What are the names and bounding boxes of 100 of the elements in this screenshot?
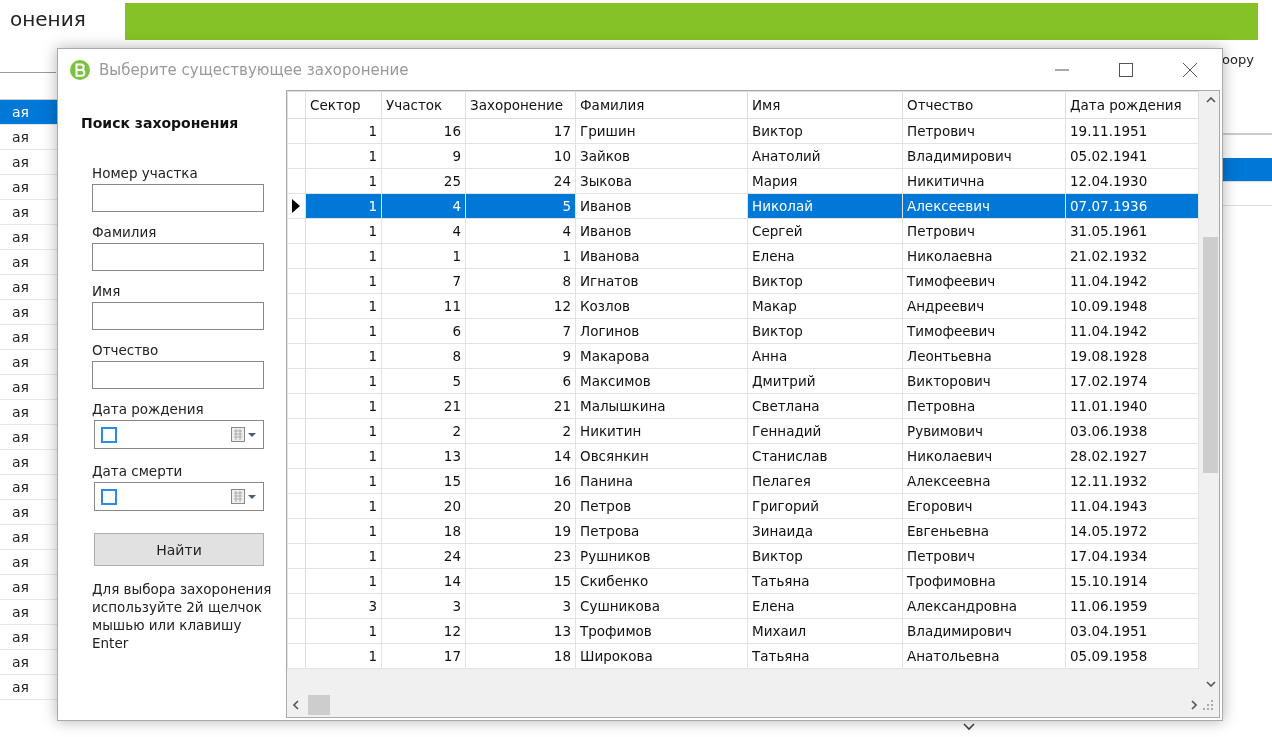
table-cell[interactable]: 1 <box>305 568 382 594</box>
table-cell[interactable]: 3 <box>381 593 466 619</box>
table-cell[interactable]: Иванов <box>575 193 748 219</box>
table-cell[interactable]: Петровна <box>902 393 1066 419</box>
table-cell[interactable]: 1 <box>305 368 382 394</box>
table-cell[interactable]: 1 <box>305 318 382 344</box>
table-cell[interactable]: Алексеевич <box>902 193 1066 219</box>
table-cell[interactable]: 11.06.1959 <box>1065 593 1199 619</box>
table-cell[interactable]: Николаевич <box>902 443 1066 469</box>
table-cell[interactable]: 1 <box>465 243 576 269</box>
table-cell[interactable]: 17.02.1974 <box>1065 368 1199 394</box>
column-header[interactable]: Дата рождения <box>1065 91 1199 119</box>
table-cell[interactable]: 17 <box>381 643 466 669</box>
chevron-down-icon[interactable] <box>963 723 975 731</box>
table-cell[interactable]: 1 <box>305 443 382 469</box>
table-cell[interactable]: 3 <box>465 593 576 619</box>
table-cell[interactable]: 1 <box>305 543 382 569</box>
table-cell[interactable]: 19.11.1951 <box>1065 118 1199 144</box>
table-cell[interactable]: 16 <box>381 118 466 144</box>
table-cell[interactable]: Анатольевна <box>902 643 1066 669</box>
table-cell[interactable]: 1 <box>305 643 382 669</box>
table-cell[interactable]: 19.08.1928 <box>1065 343 1199 369</box>
table-cell[interactable]: Евгеньевна <box>902 518 1066 544</box>
table-cell[interactable]: Елена <box>747 243 903 269</box>
table-cell[interactable]: Тимофеевич <box>902 268 1066 294</box>
table-cell[interactable]: 11.04.1943 <box>1065 493 1199 519</box>
table-cell[interactable]: Андреевич <box>902 293 1066 319</box>
table-cell[interactable]: 1 <box>381 243 466 269</box>
table-cell[interactable]: 1 <box>305 518 382 544</box>
input-field[interactable] <box>92 184 264 212</box>
table-cell[interactable]: 5 <box>381 368 466 394</box>
table-cell[interactable]: 20 <box>465 493 576 519</box>
table-cell[interactable]: Малышкина <box>575 393 748 419</box>
table-cell[interactable]: Светлана <box>747 393 903 419</box>
column-header[interactable]: Отчество <box>902 91 1066 119</box>
input-field[interactable] <box>92 243 264 271</box>
table-cell[interactable]: Иванов <box>575 218 748 244</box>
table-cell[interactable]: Никитин <box>575 418 748 444</box>
maximize-icon[interactable] <box>1118 62 1134 78</box>
table-cell[interactable]: Владимирович <box>902 618 1066 644</box>
table-cell[interactable]: Егорович <box>902 493 1066 519</box>
table-cell[interactable]: 11.01.1940 <box>1065 393 1199 419</box>
table-cell[interactable]: Анатолий <box>747 143 903 169</box>
table-cell[interactable]: 3 <box>305 593 382 619</box>
table-cell[interactable]: 18 <box>381 518 466 544</box>
table-cell[interactable]: 7 <box>381 268 466 294</box>
scrollbar-thumb[interactable] <box>308 695 330 715</box>
table-cell[interactable]: 6 <box>381 318 466 344</box>
list-row[interactable] <box>1222 158 1272 182</box>
table-cell[interactable]: 24 <box>381 543 466 569</box>
table-cell[interactable]: Максимов <box>575 368 748 394</box>
table-cell[interactable]: 23 <box>465 543 576 569</box>
table-cell[interactable]: 05.02.1941 <box>1065 143 1199 169</box>
input-field[interactable] <box>92 302 264 330</box>
table-cell[interactable]: Александровна <box>902 593 1066 619</box>
table-cell[interactable]: 03.04.1951 <box>1065 618 1199 644</box>
table-cell[interactable]: 17 <box>465 118 576 144</box>
scroll-down-icon[interactable] <box>1205 681 1216 687</box>
table-cell[interactable]: Михаил <box>747 618 903 644</box>
table-cell[interactable]: Трофимов <box>575 618 748 644</box>
table-cell[interactable]: 1 <box>305 393 382 419</box>
table-cell[interactable]: 21.02.1932 <box>1065 243 1199 269</box>
table-cell[interactable]: Станислав <box>747 443 903 469</box>
table-cell[interactable]: Тимофеевич <box>902 318 1066 344</box>
table-cell[interactable]: 1 <box>305 293 382 319</box>
table-cell[interactable]: 1 <box>305 143 382 169</box>
table-cell[interactable]: Петрова <box>575 518 748 544</box>
table-cell[interactable]: 10.09.1948 <box>1065 293 1199 319</box>
table-cell[interactable]: Григорий <box>747 493 903 519</box>
table-cell[interactable]: Зинаида <box>747 518 903 544</box>
table-cell[interactable]: 19 <box>465 518 576 544</box>
table-cell[interactable]: 25 <box>381 168 466 194</box>
table-cell[interactable]: Петрович <box>902 118 1066 144</box>
table-cell[interactable]: 1 <box>305 418 382 444</box>
table-cell[interactable]: 1 <box>305 268 382 294</box>
table-cell[interactable]: 6 <box>465 368 576 394</box>
scrollbar-thumb[interactable] <box>1203 237 1218 473</box>
table-cell[interactable]: 03.06.1938 <box>1065 418 1199 444</box>
table-cell[interactable]: Викторович <box>902 368 1066 394</box>
table-cell[interactable]: Владимирович <box>902 143 1066 169</box>
table-cell[interactable]: Скибенко <box>575 568 748 594</box>
table-cell[interactable]: Рувимович <box>902 418 1066 444</box>
column-header[interactable]: Имя <box>747 91 903 119</box>
table-cell[interactable]: 12.04.1930 <box>1065 168 1199 194</box>
table-cell[interactable]: Алексеевна <box>902 468 1066 494</box>
table-cell[interactable]: Игнатов <box>575 268 748 294</box>
table-cell[interactable]: Рушников <box>575 543 748 569</box>
input-field[interactable] <box>92 361 264 389</box>
table-cell[interactable]: Логинов <box>575 318 748 344</box>
table-cell[interactable]: 16 <box>465 468 576 494</box>
table-cell[interactable]: 1 <box>305 243 382 269</box>
table-cell[interactable]: Козлов <box>575 293 748 319</box>
table-cell[interactable]: Сушникова <box>575 593 748 619</box>
table-cell[interactable]: 2 <box>381 418 466 444</box>
table-cell[interactable]: 13 <box>381 443 466 469</box>
table-cell[interactable]: 12 <box>381 618 466 644</box>
table-cell[interactable]: Виктор <box>747 543 903 569</box>
table-cell[interactable]: Петрович <box>902 543 1066 569</box>
table-cell[interactable]: 8 <box>465 268 576 294</box>
checkbox[interactable] <box>101 488 117 505</box>
